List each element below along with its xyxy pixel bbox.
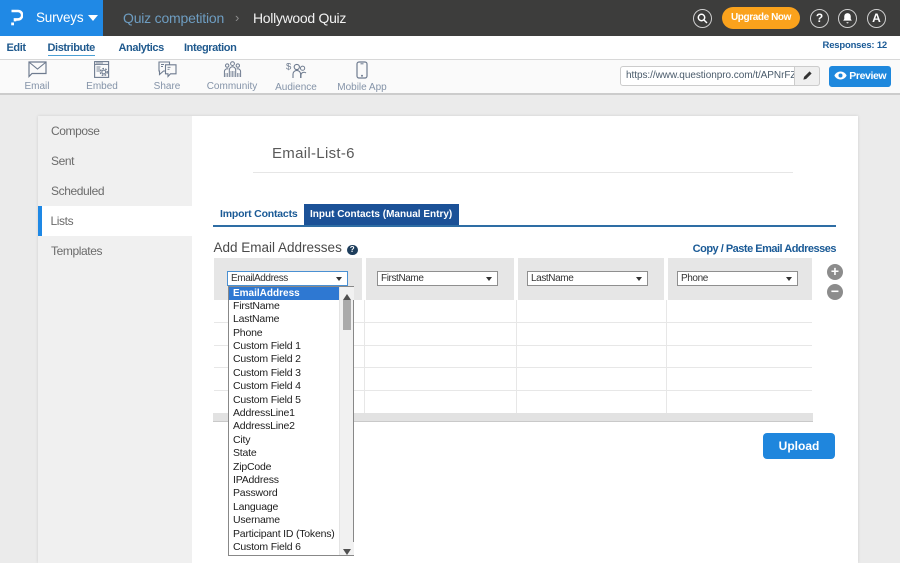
svg-text:$: $ xyxy=(286,62,292,73)
